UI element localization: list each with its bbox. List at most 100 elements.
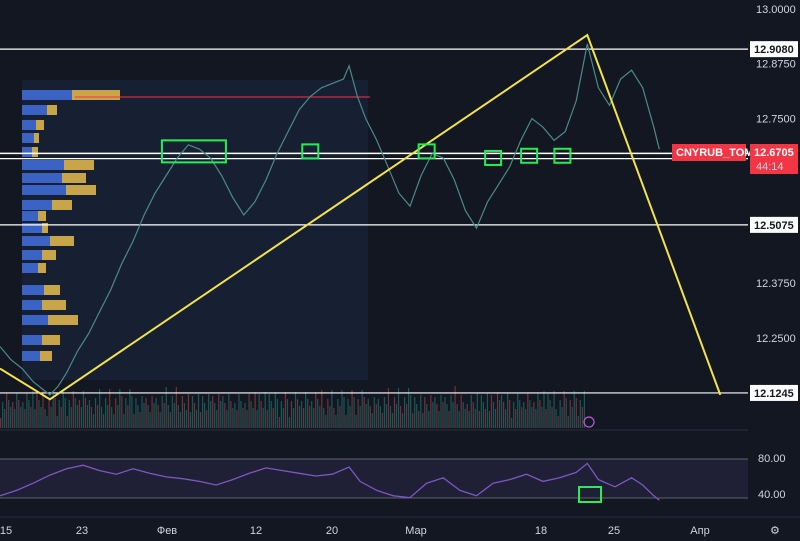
volume-bar — [2, 402, 4, 428]
y-tick-1: 12.8750 — [756, 59, 796, 71]
volume-bar — [553, 391, 555, 428]
volume-bar — [220, 401, 222, 428]
volume-bars — [0, 386, 585, 428]
volume-bar — [507, 393, 509, 428]
volume-bar — [68, 400, 70, 428]
volume-bar — [315, 392, 317, 428]
volume-bar — [395, 404, 398, 428]
rsi-tick-0: 80.00 — [758, 453, 786, 465]
volume-bar — [290, 401, 293, 428]
volume-bar — [82, 391, 85, 428]
volume-bar — [113, 414, 115, 428]
rsi-tick-1: 40.00 — [758, 489, 786, 501]
volume-bar — [135, 398, 137, 428]
volume-bar — [181, 396, 183, 428]
x-tick-2: Фев — [157, 525, 177, 537]
volume-bar — [539, 400, 541, 428]
volume-bar — [339, 406, 341, 428]
x-tick-1: 23 — [76, 525, 88, 537]
volume-bar — [8, 400, 10, 428]
profile-bar-up-9 — [38, 211, 46, 221]
volume-bar — [28, 400, 30, 428]
volume-bar — [317, 399, 319, 428]
volume-bar — [30, 407, 32, 428]
profile-bar-11 — [22, 236, 50, 246]
volume-bar — [458, 411, 460, 428]
volume-bar — [54, 398, 56, 428]
volume-bar — [337, 399, 339, 428]
volume-bar — [129, 389, 131, 428]
volume-bar — [40, 407, 42, 428]
volume-bar — [359, 406, 361, 428]
volume-bar — [266, 410, 268, 428]
event-icon[interactable] — [583, 416, 595, 428]
volume-bar — [4, 409, 6, 428]
volume-bar — [46, 416, 48, 428]
volume-bar — [357, 399, 359, 428]
volume-bar — [420, 395, 422, 428]
volume-bar — [319, 406, 321, 428]
volume-bar — [179, 412, 181, 428]
volume-bar — [173, 403, 175, 428]
countdown: 44:14 — [756, 161, 784, 173]
volume-bar — [440, 395, 442, 428]
profile-bar-14 — [22, 285, 44, 295]
volume-bar — [414, 397, 416, 428]
volume-bar — [480, 395, 482, 428]
volume-bar — [353, 397, 355, 428]
volume-bar — [355, 415, 357, 428]
profile-bar-7 — [22, 185, 66, 195]
volume-bar — [26, 393, 28, 428]
volume-bar — [575, 398, 577, 428]
volume-bar — [48, 400, 50, 428]
volume-bar — [377, 399, 379, 428]
volume-bar — [335, 415, 337, 428]
profile-bar-18 — [22, 351, 40, 361]
volume-bar — [276, 399, 278, 428]
price-chart[interactable]: 13.0000 12.8750 12.7500 12.3750 12.2500 12.90… — [0, 0, 800, 541]
profile-bar-16 — [22, 315, 48, 325]
volume-bar — [76, 405, 78, 428]
volume-bar — [62, 391, 64, 428]
symbol-label: CNYRUB_TOM — [676, 147, 753, 159]
x-tick-3: 12 — [250, 525, 262, 537]
volume-bar — [270, 401, 272, 428]
settings-icon[interactable]: ⚙ — [770, 525, 780, 537]
volume-bar — [543, 391, 545, 428]
volume-profile-area — [22, 80, 368, 380]
volume-bar — [208, 394, 210, 428]
volume-bar — [206, 410, 208, 428]
volume-bar — [246, 410, 248, 428]
profile-bar-17 — [22, 335, 42, 345]
volume-bar — [509, 400, 511, 428]
volume-bar — [523, 402, 525, 428]
volume-bar — [573, 391, 575, 428]
last-price: 12.6705 — [754, 147, 794, 159]
profile-bar-up-8 — [52, 200, 72, 210]
volume-bar — [406, 404, 408, 428]
volume-bar — [545, 409, 547, 428]
volume-bar — [404, 397, 406, 428]
volume-bar — [438, 411, 440, 428]
volume-bar — [494, 409, 497, 428]
volume-bar — [559, 400, 561, 428]
zone-marker-5 — [553, 147, 572, 164]
volume-bar — [236, 410, 238, 428]
volume-bar — [280, 401, 282, 428]
profile-bar-up-15 — [42, 300, 66, 310]
volume-bar — [143, 403, 145, 428]
profile-bar-13 — [22, 263, 38, 273]
volume-bar — [147, 405, 149, 428]
volume-bar — [0, 418, 2, 428]
volume-bar — [513, 402, 515, 428]
volume-bar — [361, 390, 363, 428]
volume-bar — [34, 409, 36, 428]
volume-bar — [88, 400, 91, 428]
volume-bar — [18, 400, 20, 428]
volume-bar — [452, 402, 454, 428]
volume-bar — [329, 406, 331, 428]
volume-bar — [141, 396, 143, 428]
volume-bar — [460, 395, 462, 428]
volume-bar — [72, 391, 74, 428]
volume-bar — [185, 410, 188, 428]
